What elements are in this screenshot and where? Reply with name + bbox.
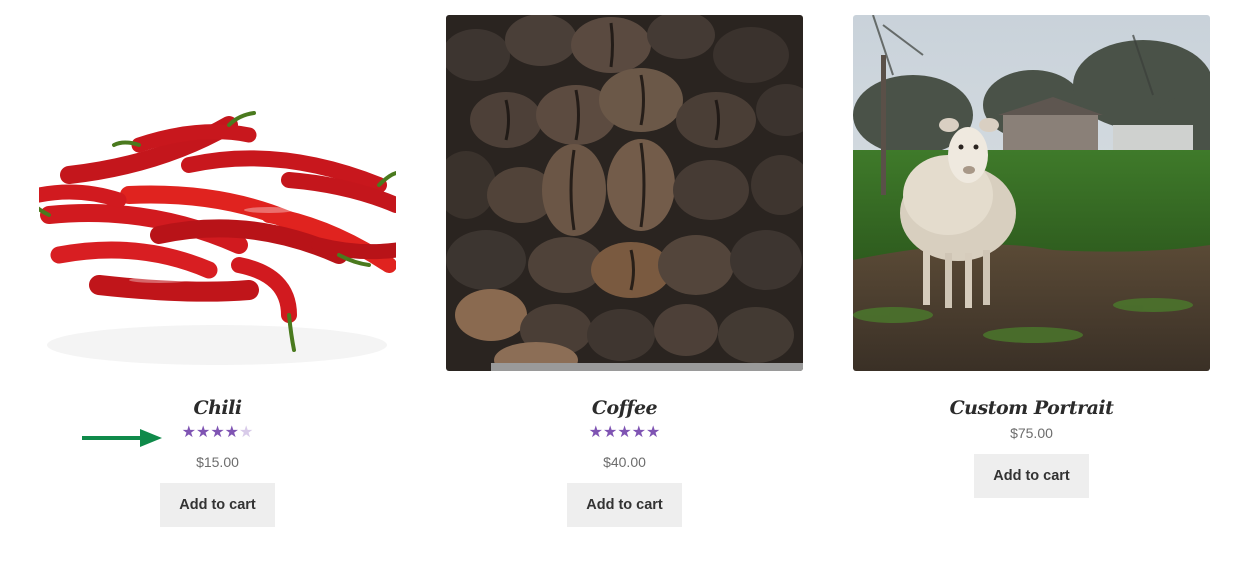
- star-icon: ★: [210, 424, 225, 441]
- star-icon: ★: [631, 424, 647, 441]
- star-empty-icon: ★: [239, 424, 254, 441]
- star-icon: ★: [588, 424, 603, 441]
- product-card-coffee: Coffee ★★★★★ $40.00 Add to cart: [446, 15, 803, 527]
- product-image-chili[interactable]: [39, 15, 396, 371]
- add-to-cart-button[interactable]: Add to cart: [567, 483, 682, 527]
- product-image-custom-portrait[interactable]: [853, 15, 1210, 371]
- product-title[interactable]: Custom Portrait: [853, 393, 1210, 423]
- product-price: $15.00: [196, 454, 239, 470]
- product-card-custom-portrait: Custom Portrait $75.00 Add to cart: [853, 15, 1210, 498]
- product-grid: Chili ★★★★★ $15.00 Add to cart Coffee ★★…: [0, 0, 1235, 565]
- star-icon: ★: [181, 424, 196, 441]
- product-price: $40.00: [603, 454, 646, 470]
- star-icon: ★: [602, 424, 618, 441]
- arrow-right-icon: [82, 428, 164, 453]
- add-to-cart-button[interactable]: Add to cart: [160, 483, 275, 527]
- add-to-cart-button[interactable]: Add to cart: [974, 454, 1089, 498]
- product-title[interactable]: Coffee: [446, 393, 803, 423]
- product-image-coffee[interactable]: [446, 15, 803, 371]
- product-price: $75.00: [1010, 425, 1053, 441]
- star-icon: ★: [617, 424, 632, 441]
- product-title[interactable]: Chili: [39, 393, 396, 423]
- star-icon: ★: [195, 424, 211, 441]
- star-rating: ★★★★★: [446, 424, 803, 442]
- star-icon: ★: [646, 424, 661, 441]
- star-icon: ★: [224, 424, 240, 441]
